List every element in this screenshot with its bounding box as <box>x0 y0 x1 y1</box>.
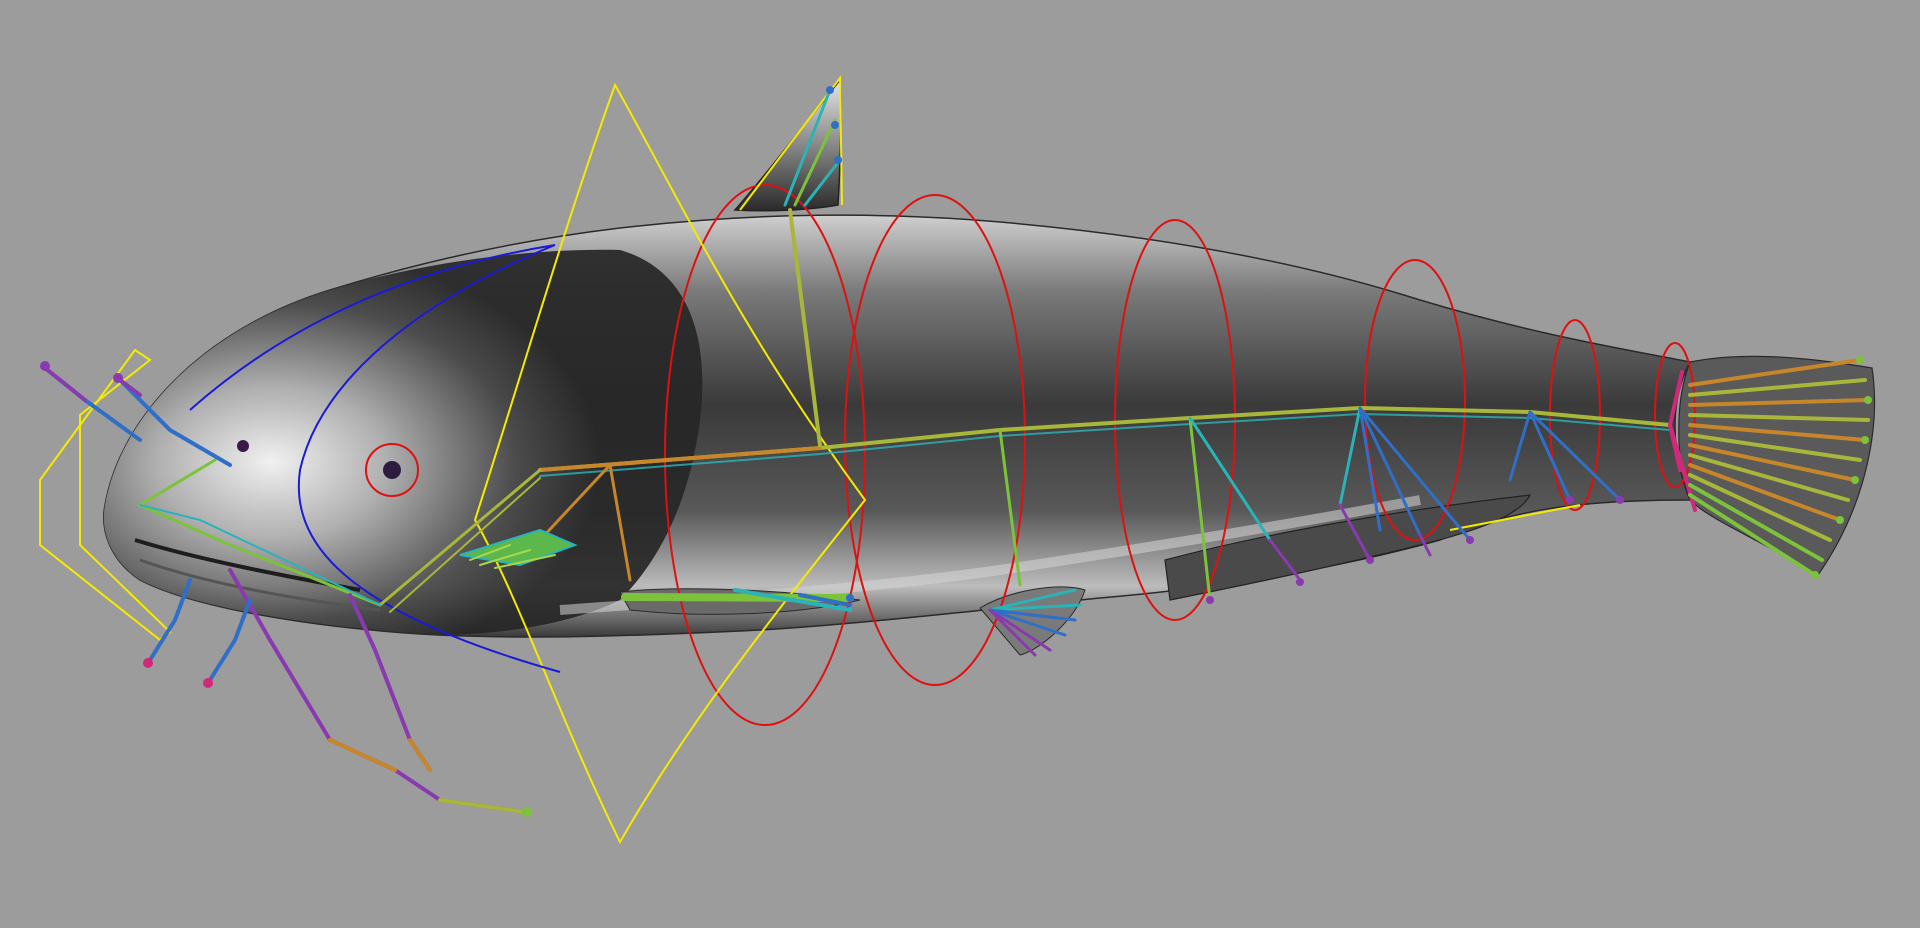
scene-canvas[interactable] <box>0 0 1920 928</box>
eye <box>383 461 401 479</box>
nostril <box>237 440 249 452</box>
fish-mesh[interactable] <box>103 77 1876 656</box>
3d-viewport[interactable] <box>0 0 1920 928</box>
